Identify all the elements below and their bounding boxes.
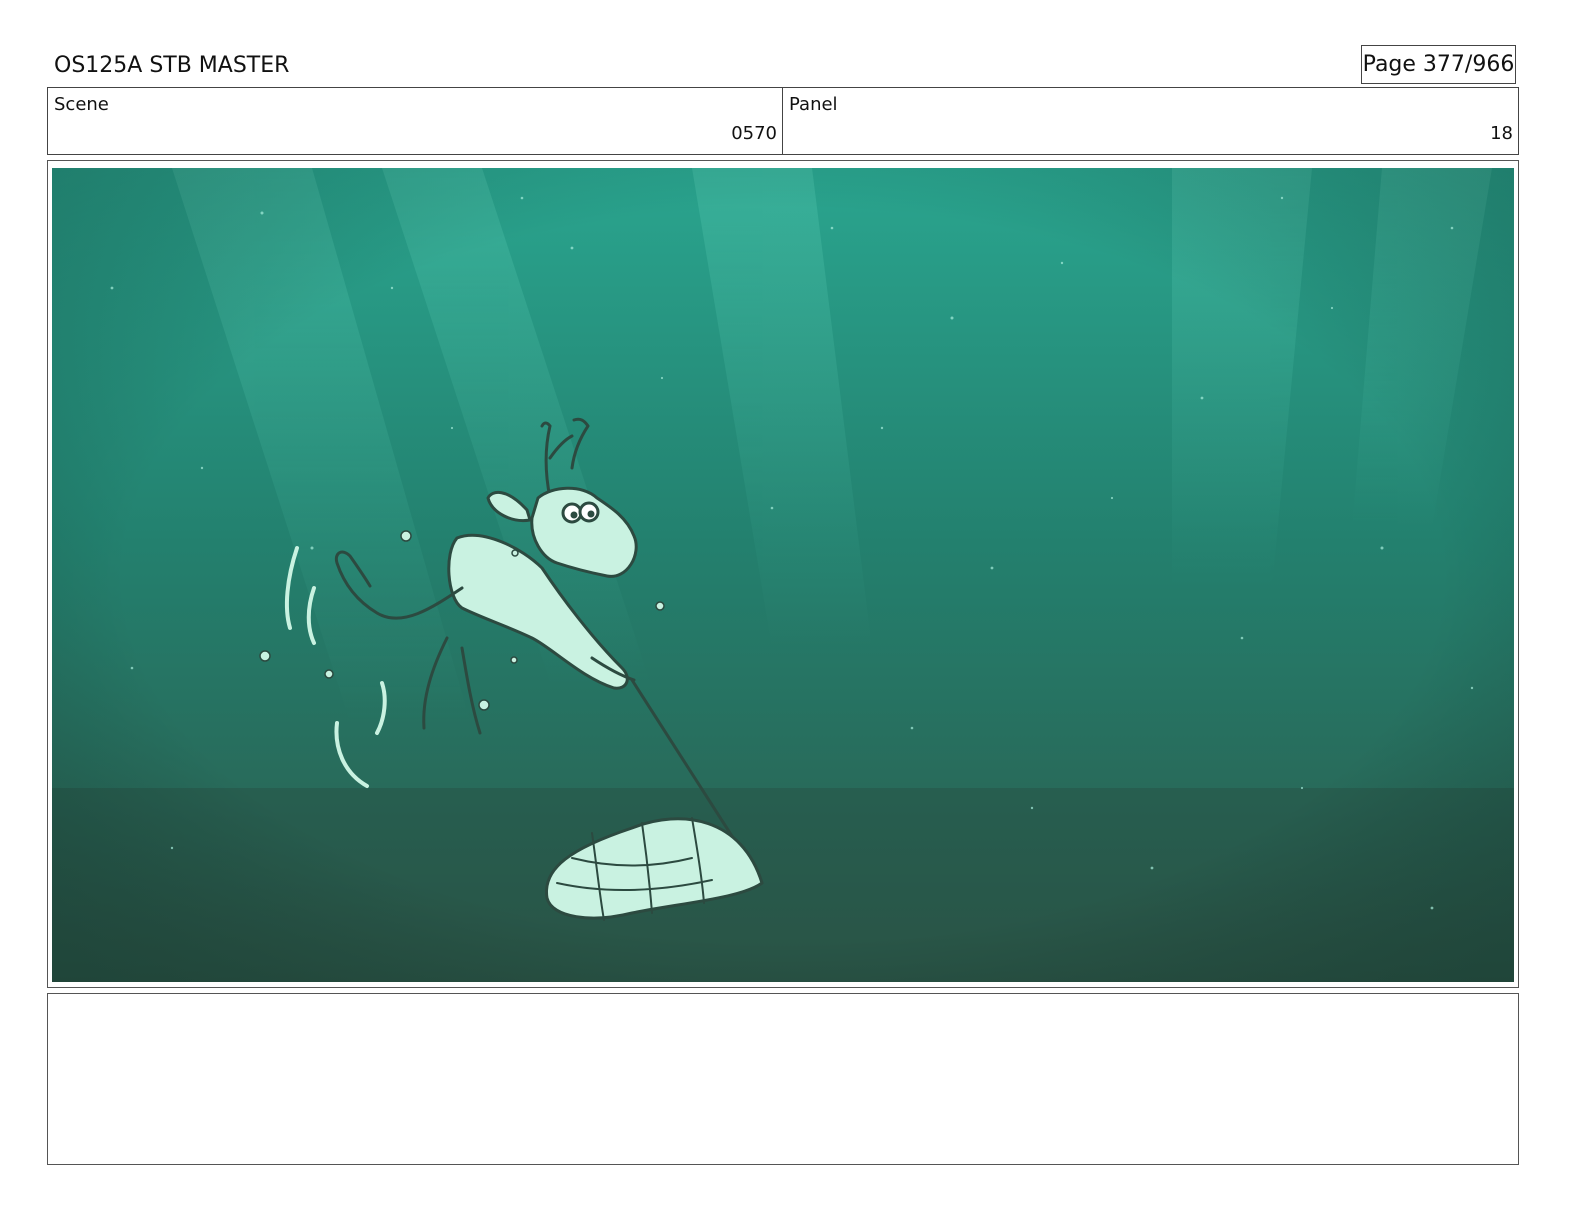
panel-label: Panel	[789, 94, 838, 115]
storyboard-frame	[47, 160, 1519, 988]
document-title: OS125A STB MASTER	[54, 53, 290, 78]
storyboard-panel-image	[52, 168, 1514, 982]
scene-label: Scene	[54, 94, 109, 115]
scene-panel-info-row: Scene 0570 Panel 18	[47, 87, 1519, 155]
panel-notes-box	[47, 993, 1519, 1165]
scene-number: 0570	[731, 123, 777, 144]
scene-cell: Scene 0570	[48, 88, 783, 154]
underwater-sketch-image	[52, 168, 1514, 982]
panel-number: 18	[1490, 123, 1513, 144]
panel-cell: Panel 18	[783, 88, 1518, 154]
page-number-box: Page 377/966	[1361, 45, 1516, 84]
